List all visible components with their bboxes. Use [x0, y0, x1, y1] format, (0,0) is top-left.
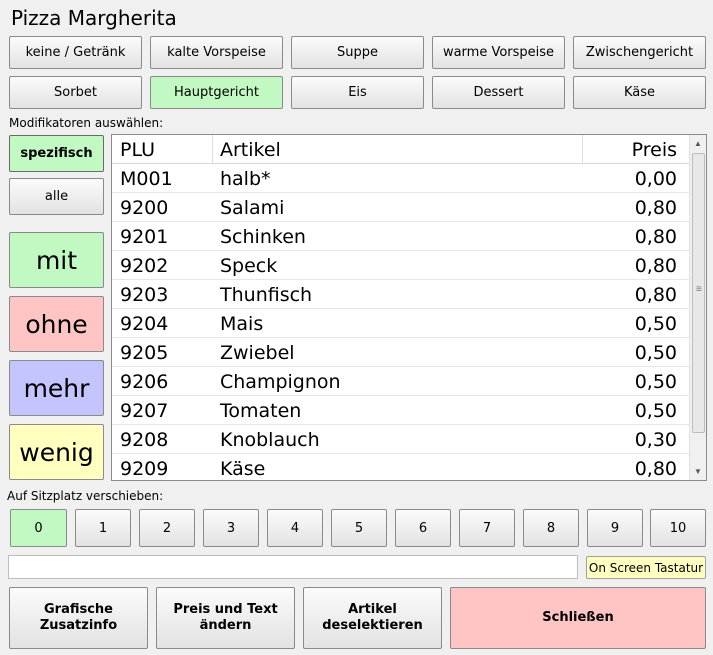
course-button-dessert[interactable]: Dessert	[432, 76, 565, 109]
window-title: Pizza Margherita	[11, 6, 177, 30]
course-button-warm-starter[interactable]: warme Vorspeise	[432, 36, 565, 69]
cell-article: Tomaten	[220, 400, 302, 422]
table-body: M001 halb* 0,00 9200 Salami 0,80 9201 Schinke…	[112, 164, 691, 480]
course-button-ice-cream[interactable]: Eis	[291, 76, 424, 109]
cell-article: Käse	[220, 458, 266, 480]
cell-plu: 9206	[120, 371, 169, 393]
seat-button-4[interactable]: 4	[267, 509, 323, 547]
cell-plu: 9205	[120, 342, 169, 364]
column-divider	[212, 135, 213, 163]
cell-price: 0,80	[634, 226, 677, 248]
cell-price: 0,50	[634, 400, 677, 422]
modifiers-label: Modifikatoren auswählen:	[9, 116, 164, 130]
column-header-article[interactable]: Artikel	[220, 139, 281, 161]
edit-price-text-button[interactable]: Preis und Text ändern	[156, 587, 295, 649]
table-row[interactable]: 9203 Thunfisch 0,80	[112, 280, 691, 309]
cell-price: 0,80	[634, 197, 677, 219]
seat-button-8[interactable]: 8	[523, 509, 579, 547]
seat-button-1[interactable]: 1	[75, 509, 131, 547]
vertical-scrollbar[interactable]: ▲ ≡ ▼	[689, 135, 706, 480]
course-button-sorbet[interactable]: Sorbet	[9, 76, 142, 109]
table-row[interactable]: 9207 Tomaten 0,50	[112, 396, 691, 425]
deselect-article-button[interactable]: Artikel deselektieren	[303, 587, 442, 649]
graphic-info-button[interactable]: Grafische Zusatzinfo	[9, 587, 148, 649]
cell-price: 0,80	[634, 284, 677, 306]
cell-article: Schinken	[220, 226, 306, 248]
table-row[interactable]: 9205 Zwiebel 0,50	[112, 338, 691, 367]
cell-price: 0,80	[634, 255, 677, 277]
cell-plu: 9200	[120, 197, 169, 219]
scroll-up-icon[interactable]: ▲	[690, 135, 706, 152]
cell-article: Knoblauch	[220, 429, 320, 451]
table-row[interactable]: 9202 Speck 0,80	[112, 251, 691, 280]
table-row[interactable]: 9200 Salami 0,80	[112, 193, 691, 222]
cell-article: Zwiebel	[220, 342, 295, 364]
cell-plu: 9202	[120, 255, 169, 277]
table-row[interactable]: 9209 Käse 0,80	[112, 454, 691, 480]
scroll-down-icon[interactable]: ▼	[690, 463, 706, 480]
scrollbar-thumb[interactable]: ≡	[692, 153, 705, 433]
table-row[interactable]: 9204 Mais 0,50	[112, 309, 691, 338]
filter-specific-button[interactable]: spezifisch	[9, 135, 104, 172]
modifier-without-button[interactable]: ohne	[9, 296, 104, 352]
course-button-cold-starter[interactable]: kalte Vorspeise	[150, 36, 283, 69]
close-button[interactable]: Schließen	[450, 587, 706, 649]
column-header-price[interactable]: Preis	[632, 139, 677, 161]
cell-article: Salami	[220, 197, 285, 219]
column-header-plu[interactable]: PLU	[120, 139, 155, 161]
table-row[interactable]: 9206 Champignon 0,50	[112, 367, 691, 396]
seat-label: Auf Sitzplatz verschieben:	[7, 489, 164, 503]
column-divider	[582, 135, 583, 163]
grip-icon: ≡	[696, 284, 702, 295]
cell-plu: 9208	[120, 429, 169, 451]
cell-article: halb*	[220, 168, 271, 190]
table-header: PLU Artikel Preis	[112, 135, 691, 164]
on-screen-keyboard-button[interactable]: On Screen Tastatur	[586, 556, 706, 579]
cell-price: 0,00	[634, 168, 677, 190]
cell-article: Thunfisch	[220, 284, 313, 306]
seat-button-2[interactable]: 2	[139, 509, 195, 547]
text-input[interactable]	[8, 555, 578, 579]
table-row[interactable]: 9208 Knoblauch 0,30	[112, 425, 691, 454]
course-button-none-drink[interactable]: keine / Getränk	[9, 36, 142, 69]
cell-price: 0,30	[634, 429, 677, 451]
seat-button-7[interactable]: 7	[459, 509, 515, 547]
cell-price: 0,80	[634, 458, 677, 480]
cell-plu: 9201	[120, 226, 169, 248]
cell-plu: 9209	[120, 458, 169, 480]
modifier-less-button[interactable]: wenig	[9, 424, 104, 480]
cell-plu: 9207	[120, 400, 169, 422]
cell-article: Mais	[220, 313, 264, 335]
seat-button-10[interactable]: 10	[650, 509, 706, 547]
table-row[interactable]: M001 halb* 0,00	[112, 164, 691, 193]
course-button-cheese[interactable]: Käse	[573, 76, 706, 109]
cell-price: 0,50	[634, 313, 677, 335]
cell-article: Speck	[220, 255, 278, 277]
seat-button-6[interactable]: 6	[395, 509, 451, 547]
modifier-with-button[interactable]: mit	[9, 232, 104, 288]
cell-price: 0,50	[634, 342, 677, 364]
course-button-intermediate[interactable]: Zwischengericht	[573, 36, 706, 69]
course-button-soup[interactable]: Suppe	[291, 36, 424, 69]
cell-price: 0,50	[634, 371, 677, 393]
cell-plu: M001	[120, 168, 173, 190]
cell-plu: 9203	[120, 284, 169, 306]
articles-table[interactable]: PLU Artikel Preis M001 halb* 0,00 9200 Sala…	[111, 134, 707, 481]
seat-button-5[interactable]: 5	[331, 509, 387, 547]
seat-button-9[interactable]: 9	[587, 509, 643, 547]
seat-button-3[interactable]: 3	[203, 509, 259, 547]
cell-plu: 9204	[120, 313, 169, 335]
seat-button-0[interactable]: 0	[10, 509, 67, 547]
course-button-main-course[interactable]: Hauptgericht	[150, 76, 283, 109]
filter-all-button[interactable]: alle	[9, 178, 104, 215]
cell-article: Champignon	[220, 371, 341, 393]
table-row[interactable]: 9201 Schinken 0,80	[112, 222, 691, 251]
modifier-more-button[interactable]: mehr	[9, 360, 104, 416]
